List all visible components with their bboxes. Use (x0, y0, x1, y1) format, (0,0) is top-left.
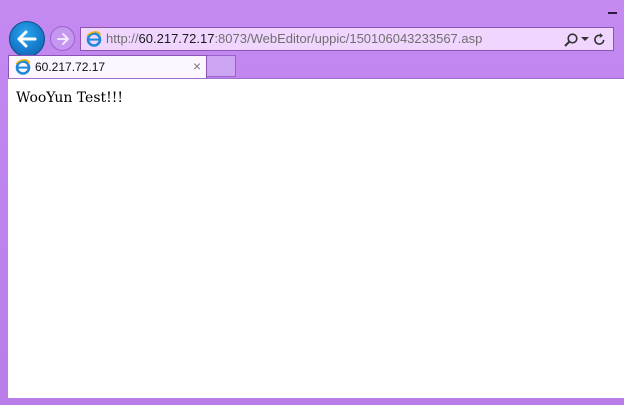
search-icon[interactable] (563, 32, 579, 48)
dropdown-icon[interactable] (581, 37, 589, 41)
page-content: WooYun Test!!! (8, 78, 624, 398)
close-icon[interactable]: × (193, 58, 201, 74)
tab-title: 60.217.72.17 (35, 60, 106, 74)
ie-icon (86, 31, 102, 47)
minimize-icon[interactable] (608, 4, 618, 14)
back-button[interactable] (9, 21, 45, 57)
address-url[interactable]: http://60.217.72.17:8073/WebEditor/uppic… (106, 31, 482, 47)
tab-active[interactable]: 60.217.72.17 × (8, 55, 207, 78)
url-path: :8073/WebEditor/uppic/150106043233567.as… (214, 31, 483, 46)
arrow-right-icon (56, 32, 69, 45)
new-tab-button[interactable] (207, 55, 236, 77)
forward-button[interactable] (50, 26, 75, 51)
page-body-text: WooYun Test!!! (16, 90, 124, 106)
address-bar[interactable]: http://60.217.72.17:8073/WebEditor/uppic… (80, 27, 614, 51)
ie-icon (15, 59, 31, 75)
url-scheme: http:// (106, 31, 139, 46)
refresh-icon[interactable] (592, 32, 607, 47)
arrow-left-icon (17, 30, 37, 48)
url-host: 60.217.72.17 (138, 31, 215, 46)
browser-window: http://60.217.72.17:8073/WebEditor/uppic… (0, 0, 624, 405)
